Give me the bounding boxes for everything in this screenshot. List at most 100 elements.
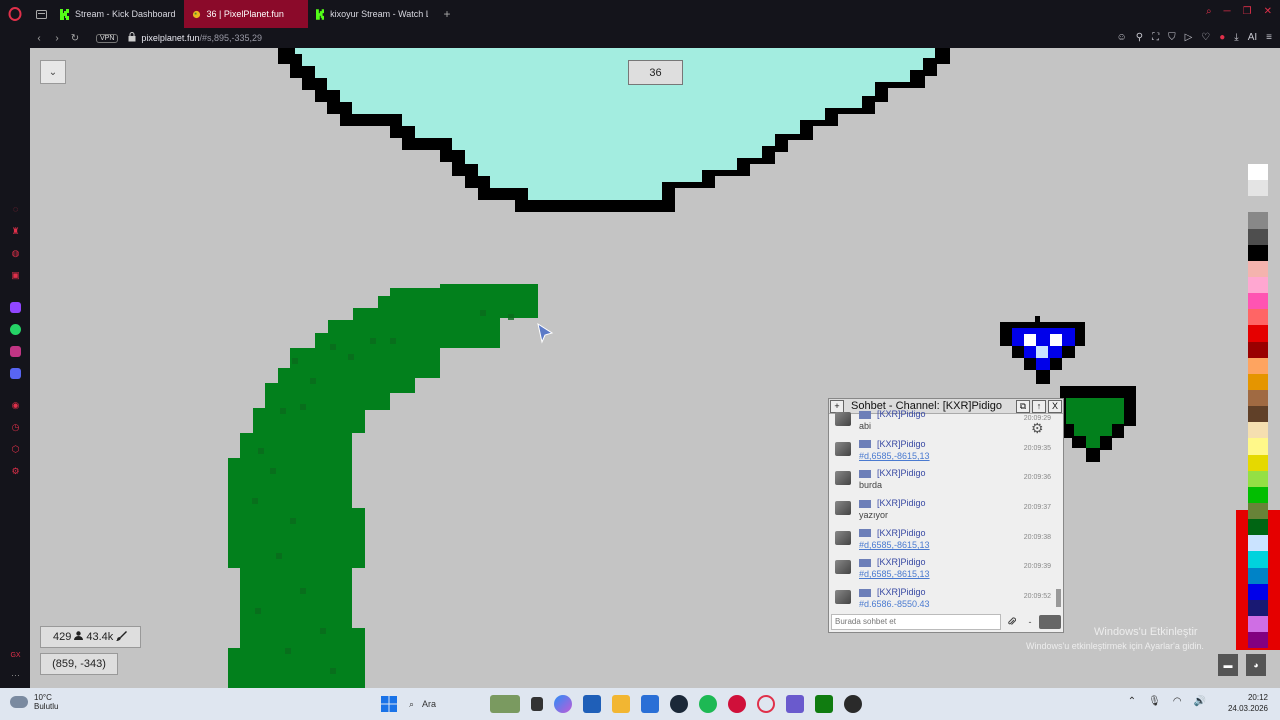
- palette-swatch[interactable]: [1248, 373, 1268, 390]
- player-icon[interactable]: ◉: [10, 400, 21, 411]
- palette-swatch[interactable]: [1248, 535, 1268, 552]
- palette-swatch[interactable]: [1248, 567, 1268, 584]
- tab-kick-dashboard[interactable]: Stream - Kick Dashboard: [52, 0, 184, 28]
- lock-icon[interactable]: [128, 32, 136, 44]
- palette-swatch[interactable]: [1248, 260, 1268, 277]
- chat-channel-selector[interactable]: [1039, 615, 1061, 629]
- twitch-icon[interactable]: [10, 302, 21, 313]
- volume-icon[interactable]: 🔊: [1194, 696, 1206, 707]
- message-username[interactable]: [KXR]Pidigo: [877, 439, 926, 449]
- chat-scrollbar[interactable]: [1056, 417, 1061, 609]
- chat-scroll-thumb[interactable]: [1056, 589, 1061, 607]
- message-username[interactable]: [KXR]Pidigo: [877, 587, 926, 597]
- file-explorer-icon[interactable]: [612, 695, 630, 713]
- taskbar-search[interactable]: ⌕ Ara: [409, 694, 479, 714]
- palette-swatch[interactable]: [1248, 632, 1268, 649]
- palette-swatch[interactable]: [1248, 615, 1268, 633]
- messenger-icon[interactable]: ◍: [10, 248, 21, 259]
- user-avatar[interactable]: [835, 530, 851, 545]
- palette-swatch[interactable]: [1248, 454, 1268, 471]
- palette-swatch[interactable]: [1248, 293, 1268, 310]
- palette-swatch[interactable]: [1248, 309, 1268, 326]
- user-avatar[interactable]: [835, 412, 851, 426]
- palette-swatch[interactable]: [1248, 357, 1268, 374]
- chat-toggle-icon[interactable]: ▬: [1218, 654, 1238, 676]
- chat-message-list[interactable]: [KXR]Pidigo abi 20:09:29 [KXR]Pidigo #d,6585…: [829, 409, 1055, 607]
- palette-swatch[interactable]: [1248, 438, 1268, 455]
- snapshot-icon[interactable]: ⛶: [1152, 32, 1159, 43]
- palette-swatch[interactable]: [1248, 180, 1268, 197]
- widgets-icon[interactable]: [490, 695, 520, 713]
- outlook-icon[interactable]: [583, 695, 601, 713]
- chat-settings-gear-icon[interactable]: ⚙: [1031, 420, 1044, 437]
- discord-icon[interactable]: [10, 368, 21, 379]
- weather-widget[interactable]: 10°C Bulutlu: [10, 693, 58, 711]
- close-icon[interactable]: ✕: [1264, 6, 1272, 17]
- tab-pixelplanet[interactable]: 36 | PixelPlanet.fun: [183, 0, 308, 28]
- pin-icon[interactable]: ⚲: [1136, 32, 1143, 43]
- message-username[interactable]: [KXR]Pidigo: [877, 557, 926, 567]
- ai-button[interactable]: AI: [1248, 32, 1257, 43]
- reload-icon[interactable]: ↻: [66, 33, 84, 44]
- palette-swatch[interactable]: [1248, 551, 1268, 568]
- user-avatar[interactable]: [835, 560, 851, 575]
- palette-swatch[interactable]: [1248, 164, 1268, 181]
- user-avatar[interactable]: [835, 441, 851, 456]
- palette-swatch[interactable]: [1248, 502, 1268, 520]
- wifi-icon[interactable]: ◠: [1173, 696, 1182, 707]
- search-tabs-icon[interactable]: ⌕: [1206, 6, 1212, 17]
- opera-gx-icon[interactable]: [728, 695, 746, 713]
- menu-icon[interactable]: ≡: [1266, 32, 1272, 43]
- tab-overview-icon[interactable]: [30, 0, 52, 28]
- task-view-icon[interactable]: [531, 697, 543, 711]
- message-username[interactable]: [KXR]Pidigo: [877, 528, 926, 538]
- pixel-canvas[interactable]: ⌄ 36 429 43.4k (859, -343) ▬ ◕ Windows'u…: [30, 48, 1280, 688]
- aria-icon[interactable]: ◌: [10, 204, 21, 215]
- maximize-icon[interactable]: ❐: [1243, 6, 1252, 17]
- cube-icon[interactable]: ⬡: [10, 444, 21, 455]
- palette-swatch[interactable]: [1248, 583, 1268, 600]
- palette-swatch[interactable]: [1248, 276, 1268, 294]
- play-icon[interactable]: ▷: [1185, 32, 1193, 43]
- back-icon[interactable]: ‹: [30, 33, 48, 44]
- start-icon[interactable]: [380, 695, 398, 713]
- palette-swatch[interactable]: [1248, 212, 1268, 229]
- minimize-icon[interactable]: ─: [1224, 6, 1231, 17]
- palette-swatch[interactable]: [1248, 422, 1268, 439]
- instagram-icon[interactable]: [10, 346, 21, 357]
- user-avatar[interactable]: [835, 501, 851, 516]
- new-tab-button[interactable]: +: [436, 7, 459, 21]
- menu-toggle-button[interactable]: ⌄: [40, 60, 66, 84]
- extension-icon[interactable]: ▣: [10, 270, 21, 281]
- palette-swatch[interactable]: [1248, 341, 1268, 358]
- message-username[interactable]: [KXR]Pidigo: [877, 409, 926, 419]
- palette-swatch[interactable]: [1248, 389, 1268, 407]
- palette-swatch[interactable]: [1248, 325, 1268, 342]
- spotify-icon[interactable]: [699, 695, 717, 713]
- copilot-icon[interactable]: [554, 695, 572, 713]
- gx-icon[interactable]: GX: [10, 650, 21, 661]
- download-icon[interactable]: ⤓: [1234, 32, 1238, 43]
- user-avatar[interactable]: [835, 590, 851, 605]
- palette-swatch[interactable]: [1248, 599, 1268, 616]
- heart-icon[interactable]: ♡: [1201, 32, 1210, 43]
- palette-swatch[interactable]: [1248, 406, 1268, 423]
- message-username[interactable]: [KXR]Pidigo: [877, 468, 926, 478]
- profile-icon[interactable]: ●: [1219, 32, 1225, 43]
- obs-icon[interactable]: [844, 695, 862, 713]
- bag-icon[interactable]: ♜: [10, 226, 21, 237]
- settings-icon[interactable]: ⚙: [10, 466, 21, 477]
- user-avatar[interactable]: [835, 471, 851, 486]
- teams-icon[interactable]: [786, 695, 804, 713]
- vpn-badge[interactable]: VPN: [96, 33, 119, 43]
- attach-icon[interactable]: [1005, 615, 1019, 629]
- more-icon[interactable]: ⋯: [10, 670, 21, 681]
- clock[interactable]: 20:12 24.03.2026: [1228, 692, 1268, 714]
- message-username[interactable]: [KXR]Pidigo: [877, 498, 926, 508]
- chat-send-button[interactable]: -: [1023, 615, 1037, 629]
- opera-logo-icon[interactable]: [0, 0, 30, 28]
- url-field[interactable]: pixelplanet.fun/#s,895,-335,29: [141, 33, 262, 43]
- palette-toggle-icon[interactable]: ◕: [1246, 654, 1266, 676]
- whatsapp-icon[interactable]: [10, 324, 21, 335]
- palette-swatch[interactable]: [1248, 486, 1268, 503]
